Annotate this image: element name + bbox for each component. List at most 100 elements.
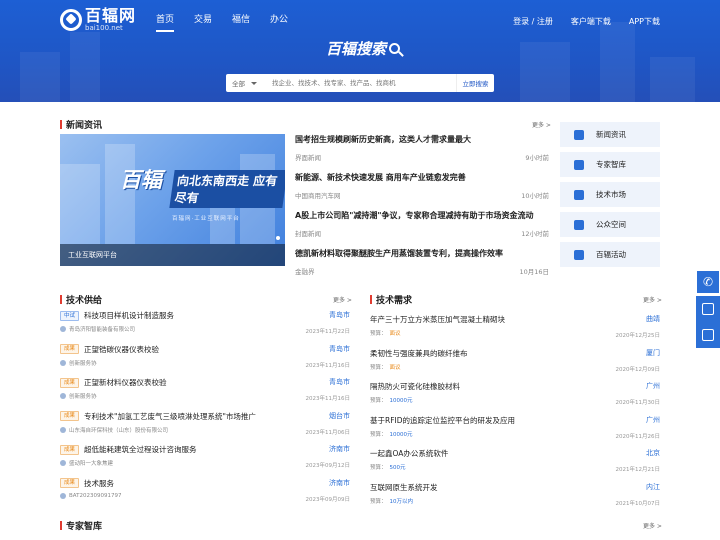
demand-budget: 500元 [389,465,406,471]
nav-trade[interactable]: 交易 [194,12,212,32]
demand-date: 2020年11月30日 [615,400,661,406]
side-nav-activities[interactable]: 百辐活动 [560,242,660,267]
monitor-icon[interactable] [702,303,714,315]
supply-list: 中试 科技项目样机设计制造服务 青岛市 青岛济阳智能装备有限公司 2023年11月… [60,310,350,511]
demand-title: 柔韧性与强度兼具的碳纤维布 [370,348,468,358]
supply-title: 正望新材料仪器仪表校验 [84,378,167,387]
news-item[interactable]: 德凯新材料取得聚醚胺生产用蒸馏装置专利，提高操作效率 金融界 10月16日 [295,248,549,286]
demand-more-link[interactable]: 更多 > [643,295,662,304]
news-item[interactable]: 国考招生规模刷新历史新高，这类人才需求量最大 界面新闻 9小时前 [295,134,549,172]
supply-item[interactable]: 成果 正望新材料仪器仪表校验 青岛市 创新服务协 2023年11月16日 [60,377,350,411]
supply-tag: 成果 [60,411,80,421]
side-nav-tech-market[interactable]: 技术市场 [560,182,660,207]
phone-icon: ✆ [702,275,714,289]
nav-fuxin[interactable]: 福信 [232,12,250,32]
demand-item[interactable]: 互联网原生系统开发 内江 预算： 10万以内 2021年10月07日 [370,482,660,516]
side-nav-label: 百辐活动 [596,250,626,259]
supply-tag: 中试 [60,310,80,321]
supply-item[interactable]: 成果 正望锆碳仪器仪表校验 青岛市 创新服务协 2023年11月16日 [60,344,350,378]
supply-tag: 成果 [60,444,80,455]
search-input[interactable] [272,74,456,92]
supply-org: BAT202309091797 [69,492,122,499]
demand-item[interactable]: 一起鑫OA办公系统软件 北京 预算： 500元 2021年12月21日 [370,448,660,482]
side-nav-public-space[interactable]: 公众空间 [560,212,660,237]
float-actions [696,296,720,348]
supply-title: 超低能耗建筑全过程设计咨询服务 [84,445,197,454]
supply-city: 济南市 [329,478,350,487]
demand-section-title: 技术需求 [370,293,412,306]
printer-icon[interactable] [702,329,714,341]
search-button[interactable]: 立即搜索 [456,74,494,92]
supply-item[interactable]: 成果 专利技术"加氢工艺废气三级喷淋处理系统"市场推广 烟台市 山东海自环保科技（… [60,411,350,445]
budget-label: 预算： [370,364,387,371]
news-section-title: 新闻资讯 [60,118,102,131]
demand-list: 年产三十万立方米蒸压加气混凝土精砌块 曲靖 预算： 面议 2020年12月25日 … [370,314,660,515]
search-category-select[interactable]: 全部 [226,78,272,88]
side-nav-experts[interactable]: 专家智库 [560,152,660,177]
search-category-value: 全部 [232,80,245,88]
supply-city: 烟台市 [329,411,350,420]
demand-date: 2021年12月21日 [615,467,661,473]
supply-item[interactable]: 成果 技术服务 济南市 BAT202309091797 2023年09月09日 [60,478,350,512]
client-download-link[interactable]: 客户端下载 [571,16,611,27]
news-title: 德凯新材料取得聚醚胺生产用蒸馏装置专利，提高操作效率 [295,249,503,258]
supply-title: 技术服务 [84,478,115,488]
news-more-link[interactable]: 更多 > [532,120,551,129]
demand-item[interactable]: 隔热防火可瓷化硅橡胶材料 广州 预算： 10000元 2020年11月30日 [370,381,660,415]
supply-date: 2023年09月09日 [305,496,351,503]
calendar-icon [574,249,584,260]
search-bar: 全部 立即搜索 [226,74,494,92]
page-root: 百辐网 bai100.net 首页 交易 福信 办公 登录 / 注册 客户端下载… [0,0,720,540]
demand-item[interactable]: 年产三十万立方米蒸压加气混凝土精砌块 曲靖 预算： 面议 2020年12月25日 [370,314,660,348]
nav-home[interactable]: 首页 [156,12,175,32]
login-register-link[interactable]: 登录 / 注册 [513,16,553,27]
carousel-dot[interactable] [276,236,280,240]
news-item[interactable]: 新能源、新技术快速发展 商用车产业链愈发完善 中国商用汽车网 10小时前 [295,172,549,210]
supply-more-link[interactable]: 更多 > [333,295,352,304]
demand-budget: 10万以内 [389,498,414,505]
org-avatar [60,393,66,399]
supply-tag: 成果 [60,344,80,354]
news-title: 国考招生规模刷新历史新高，这类人才需求量最大 [295,135,471,144]
supply-city: 青岛市 [329,344,350,353]
demand-date: 2020年11月26日 [615,433,661,440]
supply-item[interactable]: 成果 超低能耗建筑全过程设计咨询服务 济南市 盛动阳一大象焦建 2023年09月1… [60,444,350,478]
side-nav-label: 技术市场 [596,190,626,199]
news-source: 中国商用汽车网 [295,192,341,200]
org-avatar [60,359,66,366]
document-icon [574,189,584,200]
supply-city: 青岛市 [329,311,350,319]
demand-title: 一起鑫OA办公系统软件 [370,449,449,458]
demand-budget: 10000元 [389,398,413,404]
demand-budget: 10000元 [389,431,413,438]
news-source: 金融界 [295,268,315,276]
nav-office[interactable]: 办公 [270,12,288,32]
demand-city: 广州 [646,382,660,390]
news-source: 界面新闻 [295,154,321,162]
phone-button[interactable]: ✆ [696,270,720,294]
side-nav-news[interactable]: 新闻资讯 [560,122,660,147]
demand-item[interactable]: 柔韧性与强度兼具的碳纤维布 厦门 预算： 面议 2020年12月09日 [370,348,660,382]
news-time: 12小时前 [521,230,549,238]
supply-date: 2023年09月12日 [305,463,351,469]
side-nav-label: 新闻资讯 [596,130,626,139]
app-download-link[interactable]: APP下载 [629,16,660,27]
experts-more-link[interactable]: 更多 > [643,521,662,530]
banner-brand-text: 百辐 [120,168,162,192]
side-nav-label: 公众空间 [596,220,626,229]
demand-city: 北京 [646,449,660,457]
news-item[interactable]: A股上市公司陷"减持潮"争议，专家称合理减持有助于市场资金流动 封面新闻 12小时… [295,210,549,248]
demand-item[interactable]: 基于RFID的追踪定位监控平台的研发及应用 广州 预算： 10000元 2020年… [370,415,660,449]
newspaper-icon [574,129,584,140]
supply-tag: 成果 [60,478,80,488]
demand-date: 2021年10月07日 [615,500,661,507]
site-logo[interactable]: 百辐网 bai100.net [60,8,136,32]
budget-label: 预算： [370,431,387,438]
news-list: 国考招生规模刷新历史新高，这类人才需求量最大 界面新闻 9小时前 新能源、新技术快… [295,134,549,286]
news-banner[interactable]: 百辐 向北东南西走 应有尽有 百辐网·工业互联网平台 工业互联网平台 [60,134,285,266]
demand-city: 内江 [646,482,660,491]
supply-title: 正望锆碳仪器仪表校验 [84,344,160,354]
supply-date: 2023年11月16日 [305,362,351,369]
supply-item[interactable]: 中试 科技项目样机设计制造服务 青岛市 青岛济阳智能装备有限公司 2023年11月… [60,310,350,344]
supply-date: 2023年11月16日 [305,396,351,402]
